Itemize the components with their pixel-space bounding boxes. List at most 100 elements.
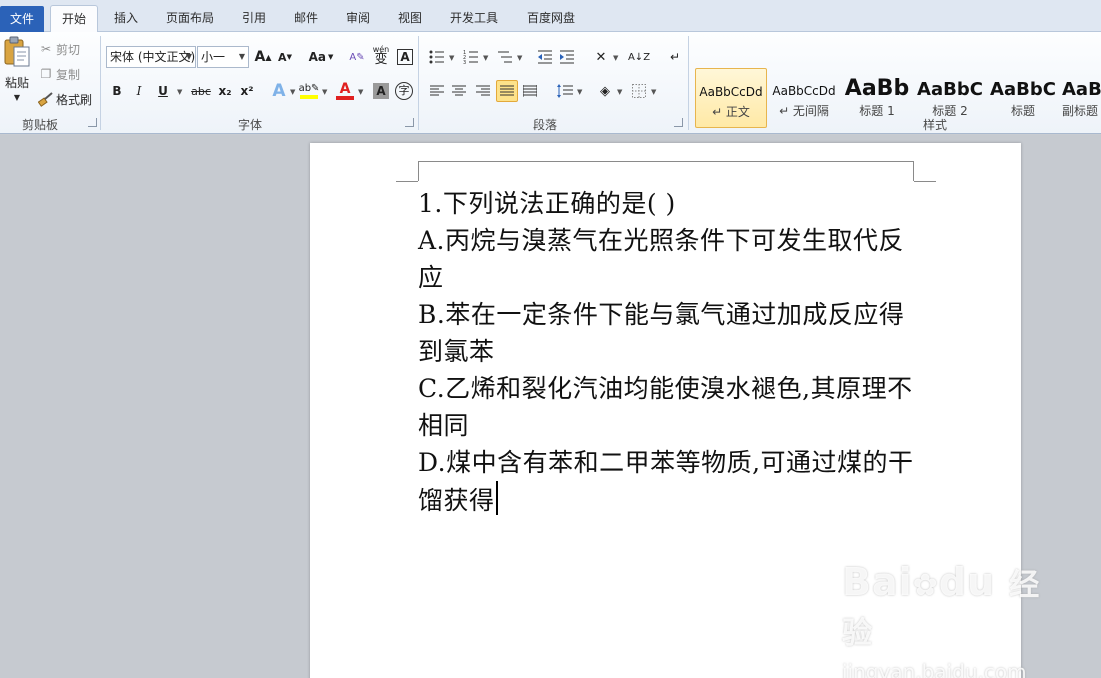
align-left-button[interactable] xyxy=(426,80,448,102)
tab-references[interactable]: 引用 xyxy=(232,8,276,32)
highlighter-icon: ab✎ xyxy=(298,83,320,94)
font-name-value: 宋体 (中文正文) xyxy=(110,50,196,64)
styles-group-label: 样式 xyxy=(922,118,947,132)
copy-button[interactable]: ❐ 复制 xyxy=(38,65,80,83)
watermark-brand2: du xyxy=(938,560,996,604)
font-name-combo[interactable]: 宋体 (中文正文) ▼ xyxy=(106,46,196,68)
style-sample: AaBbC xyxy=(917,79,983,100)
clipboard-launcher-icon[interactable] xyxy=(88,118,97,127)
multilevel-dropdown-arrow[interactable]: ▼ xyxy=(517,54,522,62)
character-border-button[interactable]: A xyxy=(394,46,416,68)
font-size-combo[interactable]: 小一 ▼ xyxy=(197,46,249,68)
decrease-indent-button[interactable] xyxy=(534,46,556,68)
margin-corner-mark xyxy=(914,181,936,182)
show-marks-button[interactable]: ↵ xyxy=(664,46,686,68)
tab-file[interactable]: 文件 xyxy=(0,6,44,32)
style-normal[interactable]: AaBbCcDd ↵ 正文 xyxy=(695,68,767,128)
shrink-font-icon: A xyxy=(278,50,287,64)
chevron-down-icon: ▼ xyxy=(185,52,192,61)
borders-button[interactable] xyxy=(628,80,650,102)
phonetic-guide-button[interactable]: wén 变 xyxy=(370,44,392,66)
enclose-characters-button[interactable]: 字 xyxy=(393,80,415,102)
style-heading-1[interactable]: AaBb 标题 1 xyxy=(841,68,913,128)
style-sample: AaBbCcDd xyxy=(699,85,763,99)
underline-dropdown-arrow[interactable]: ▼ xyxy=(177,88,182,96)
underline-button[interactable]: U xyxy=(152,80,174,102)
line-spacing-button[interactable] xyxy=(554,80,576,102)
shading-dropdown-arrow[interactable]: ▼ xyxy=(617,88,622,96)
style-name: 标题 1 xyxy=(859,104,895,118)
char-shading-icon: A xyxy=(373,83,389,99)
bullets-dropdown-arrow[interactable]: ▼ xyxy=(449,54,454,62)
ribbon-home: 粘贴 ▼ ✂ 剪切 ❐ 复制 格式刷 剪贴板 宋体 (中文正文) ▼ 小一 ▼ … xyxy=(0,32,1101,134)
numbering-dropdown-arrow[interactable]: ▼ xyxy=(483,54,488,62)
text-effects-button[interactable]: A xyxy=(268,80,290,102)
option-a: A.丙烷与溴蒸气在光照条件下可发生取代反应 xyxy=(418,226,905,292)
line-spacing-dropdown-arrow[interactable]: ▼ xyxy=(577,88,582,96)
superscript-button[interactable]: x² xyxy=(236,80,258,102)
subscript-button[interactable]: x₂ xyxy=(214,80,236,102)
highlight-button[interactable]: ab✎ xyxy=(298,80,320,102)
style-no-spacing[interactable]: AaBbCcDd ↵ 无间隔 xyxy=(768,68,840,128)
distributed-button[interactable] xyxy=(519,80,541,102)
cut-button[interactable]: ✂ 剪切 xyxy=(38,40,80,58)
paint-bucket-icon: ◈ xyxy=(600,83,610,99)
text-boundary-mark xyxy=(418,161,914,181)
style-subtitle[interactable]: AaBb 副标题 xyxy=(1060,68,1101,128)
shading-button[interactable]: ◈ xyxy=(594,80,616,102)
paste-dropdown-arrow[interactable]: ▼ xyxy=(14,93,20,102)
font-color-button[interactable]: A xyxy=(334,80,356,102)
tab-home[interactable]: 开始 xyxy=(50,5,98,33)
paste-button[interactable]: 粘贴 ▼ xyxy=(0,36,34,108)
multilevel-list-icon xyxy=(498,51,512,63)
enclose-char-icon: 字 xyxy=(395,82,413,100)
document-body[interactable]: 1.下列说法正确的是( ) A.丙烷与溴蒸气在光照条件下可发生取代反应 B.苯在… xyxy=(418,185,918,519)
style-title[interactable]: AaBbC 标题 xyxy=(987,68,1059,128)
borders-dropdown-arrow[interactable]: ▼ xyxy=(651,88,656,96)
text-effects-dropdown-arrow[interactable]: ▼ xyxy=(290,88,295,96)
sort-button[interactable]: A↓Z xyxy=(628,46,650,68)
tab-review[interactable]: 审阅 xyxy=(336,8,380,32)
bullets-button[interactable] xyxy=(426,46,448,68)
format-painter-button[interactable]: 格式刷 xyxy=(38,90,92,108)
highlight-dropdown-arrow[interactable]: ▼ xyxy=(322,88,327,96)
clear-formatting-button[interactable]: A✎ xyxy=(346,46,368,68)
tab-insert[interactable]: 插入 xyxy=(104,8,148,32)
change-case-button[interactable]: Aa ▼ xyxy=(306,46,336,68)
strikethrough-icon: abc xyxy=(191,84,211,98)
shrink-font-button[interactable]: A ▼ xyxy=(274,46,296,68)
numbering-button[interactable]: 123 xyxy=(460,46,482,68)
paragraph-launcher-icon[interactable] xyxy=(674,118,683,127)
multilevel-list-button[interactable] xyxy=(494,46,516,68)
italic-button[interactable]: I xyxy=(128,80,150,102)
style-name: ↵ 正文 xyxy=(712,105,750,119)
style-name: 标题 xyxy=(1010,104,1035,118)
justify-button[interactable] xyxy=(496,80,518,102)
align-right-icon xyxy=(476,85,490,96)
bold-button[interactable]: B xyxy=(106,80,128,102)
align-right-button[interactable] xyxy=(472,80,494,102)
style-sample: AaBb xyxy=(1062,79,1101,100)
paste-label: 粘贴 xyxy=(4,76,29,90)
tab-baidu-netdisk[interactable]: 百度网盘 xyxy=(518,8,584,32)
tab-page-layout[interactable]: 页面布局 xyxy=(160,8,220,32)
text-caret xyxy=(495,481,498,515)
watermark-brand: Bai xyxy=(842,560,913,604)
bullet-list-icon xyxy=(429,50,444,64)
increase-indent-button[interactable] xyxy=(556,46,578,68)
tab-developer[interactable]: 开发工具 xyxy=(442,8,506,32)
font-color-dropdown-arrow[interactable]: ▼ xyxy=(358,88,363,96)
font-launcher-icon[interactable] xyxy=(405,118,414,127)
chinese-layout-button[interactable]: ✕ xyxy=(590,46,612,68)
ribbon-tab-bar: 文件 开始 插入 页面布局 引用 邮件 审阅 视图 开发工具 百度网盘 xyxy=(0,0,1101,33)
tab-view[interactable]: 视图 xyxy=(388,8,432,32)
grow-font-button[interactable]: A ▲ xyxy=(252,46,274,68)
align-center-button[interactable] xyxy=(448,80,470,102)
decrease-indent-icon xyxy=(538,50,552,64)
option-c: C.乙烯和裂化汽油均能使溴水褪色,其原理不相同 xyxy=(418,374,913,440)
tab-mailings[interactable]: 邮件 xyxy=(284,8,328,32)
paste-icon xyxy=(4,36,30,67)
chinese-layout-dropdown-arrow[interactable]: ▼ xyxy=(613,54,618,62)
character-shading-button[interactable]: A xyxy=(370,80,392,102)
strikethrough-button[interactable]: abc xyxy=(188,80,214,102)
